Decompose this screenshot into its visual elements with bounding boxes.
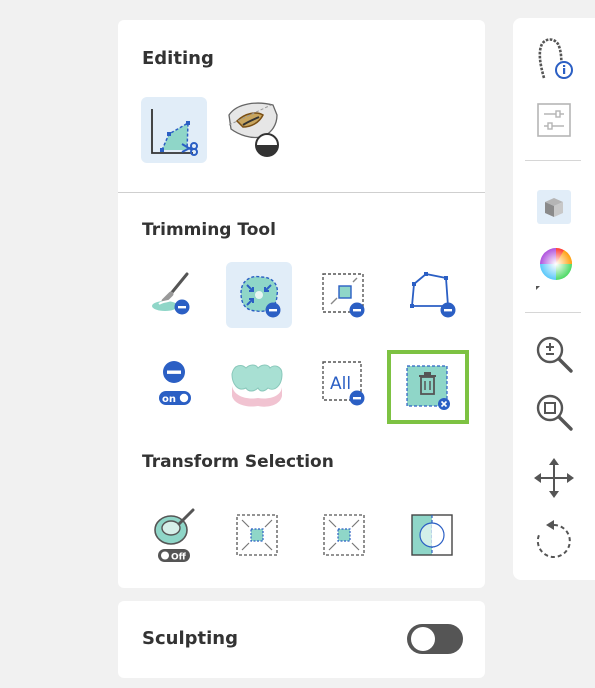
right-toolbar (513, 18, 595, 580)
toolbar-divider (525, 312, 581, 313)
teeth-mesh-button[interactable] (224, 350, 290, 416)
deselect-all-icon: All (322, 361, 365, 406)
deselect-toggle-icon: on (159, 361, 191, 405)
pan-icon[interactable] (513, 456, 595, 500)
brush-deselect-icon (152, 272, 190, 315)
editing-panel: Editing Trimming Tool on All Transform S… (118, 20, 485, 588)
polygon-deselect-button[interactable] (399, 262, 465, 328)
box-deselect-button[interactable] (311, 262, 377, 328)
toggle-on-label: on (162, 394, 176, 405)
invert-selection-icon (411, 514, 453, 556)
brush-deselect-button[interactable] (141, 260, 207, 326)
shrink-region-button[interactable] (226, 262, 292, 328)
teeth-mesh-icon (231, 364, 283, 407)
shrink-selection-button[interactable] (224, 502, 290, 568)
delete-selection-button[interactable] (387, 350, 469, 424)
polygon-deselect-icon (410, 272, 456, 318)
scan-info-icon[interactable] (513, 36, 595, 80)
expand-selection-icon (323, 514, 365, 556)
deselect-all-button[interactable]: All (311, 350, 377, 416)
shrink-region-icon (240, 275, 281, 318)
settings-sliders-icon[interactable] (513, 98, 595, 142)
trim-cut-button[interactable] (141, 97, 207, 163)
expand-selection-button[interactable] (311, 502, 377, 568)
box-deselect-icon (322, 273, 365, 318)
cube-view-icon[interactable] (513, 185, 595, 229)
transform-selection-title: Transform Selection (142, 452, 334, 472)
fill-holes-icon: Off (154, 508, 195, 563)
zoom-in-out-icon[interactable] (513, 332, 595, 376)
sculpting-title: Sculpting (142, 628, 238, 649)
fill-holes-button[interactable]: Off (141, 502, 207, 568)
delete-selection-icon (406, 365, 450, 410)
tooth-cut-button[interactable] (221, 97, 287, 163)
section-divider (118, 192, 485, 193)
color-wheel-icon[interactable] (513, 246, 595, 290)
trimming-tool-title: Trimming Tool (142, 220, 276, 240)
sculpting-panel: Sculpting (118, 601, 485, 678)
editing-title: Editing (142, 48, 214, 69)
tooth-cut-icon (228, 102, 279, 157)
shrink-selection-icon (236, 514, 278, 556)
trim-cut-icon (151, 109, 198, 156)
deselect-toggle-button[interactable]: on (141, 350, 207, 416)
sculpting-toggle[interactable] (406, 622, 464, 656)
invert-selection-button[interactable] (399, 502, 465, 568)
toolbar-divider (525, 160, 581, 161)
toggle-off-label: Off (171, 553, 187, 563)
all-label: All (330, 374, 351, 394)
rotate-icon[interactable] (513, 518, 595, 562)
zoom-fit-icon[interactable] (513, 390, 595, 434)
